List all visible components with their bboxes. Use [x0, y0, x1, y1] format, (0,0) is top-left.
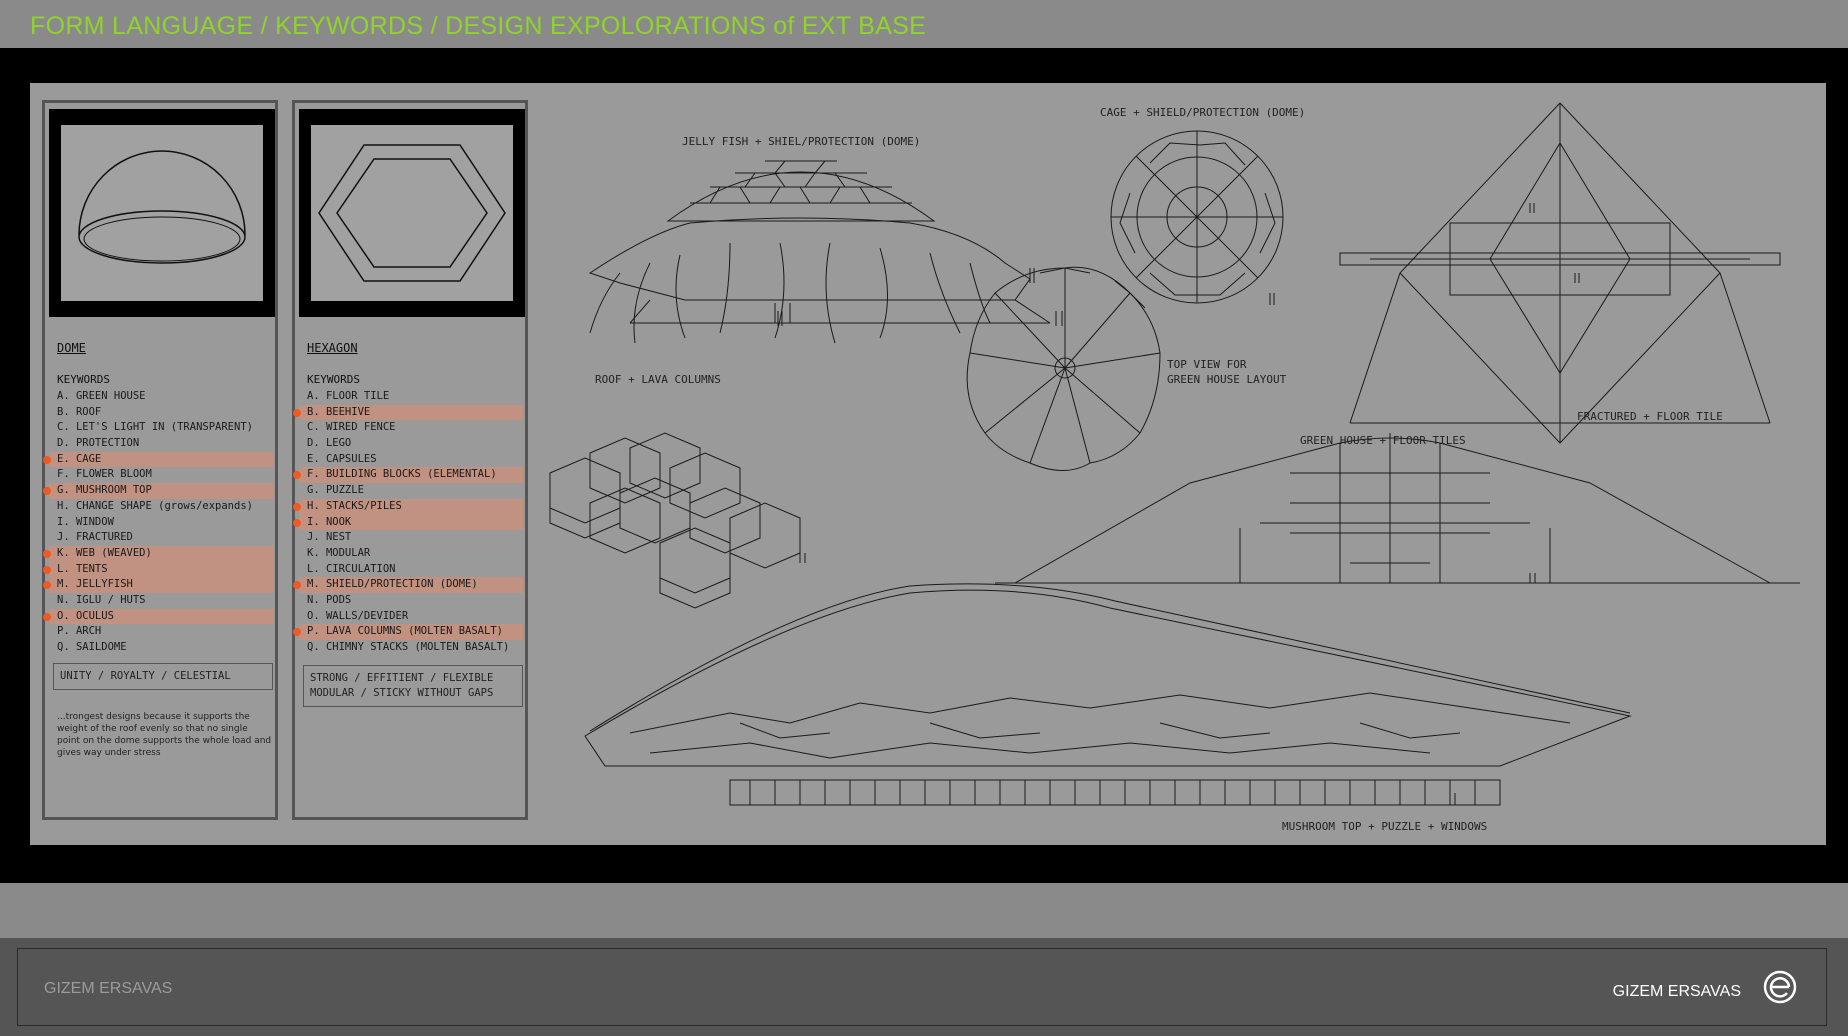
jellyfish-dome-sketch [588, 160, 1063, 344]
greenhouse-sketch [995, 433, 1800, 584]
label-cage: CAGE + SHIELD/PROTECTION (DOME) [1100, 106, 1306, 119]
label-mushroom: MUSHROOM TOP + PUZZLE + WINDOWS [1282, 820, 1488, 833]
footer-author-right: GIZEM ERSAVAS [1612, 983, 1741, 1000]
design-board: DOME KEYWORDS A. GREEN HOUSE B. ROOF C. … [30, 83, 1826, 845]
logo-icon [1763, 970, 1797, 1004]
title-bar: FORM LANGUAGE / KEYWORDS / DESIGN EXPOLO… [0, 0, 1848, 48]
sketches-canvas [549, 102, 1800, 806]
mushroom-top-sketch [584, 583, 1632, 806]
label-jellyfish: JELLY FISH + SHIEL/PROTECTION (DOME) [682, 135, 921, 148]
page-title: FORM LANGUAGE / KEYWORDS / DESIGN EXPOLO… [30, 12, 927, 40]
spacer-band [0, 883, 1848, 938]
cage-sphere-sketch [1110, 130, 1284, 305]
footer: GIZEM ERSAVAS GIZEM ERSAVAS [0, 938, 1848, 1036]
flower-top-view-sketch [966, 266, 1161, 471]
label-top-view-1: TOP VIEW FOR [1167, 358, 1247, 371]
fractured-tile-sketch [1339, 102, 1781, 444]
label-fractured: FRACTURED + FLOOR TILE [1577, 410, 1723, 423]
footer-author-left: GIZEM ERSAVAS [44, 980, 173, 997]
label-top-view-2: GREEN HOUSE LAYOUT [1167, 373, 1287, 386]
label-greenhouse: GREEN HOUSE + FLOOR TILES [1300, 434, 1466, 447]
label-roof-lava: ROOF + LAVA COLUMNS [595, 373, 721, 386]
footer-frame: GIZEM ERSAVAS GIZEM ERSAVAS [17, 948, 1827, 1026]
hex-cluster-sketch [549, 432, 806, 609]
